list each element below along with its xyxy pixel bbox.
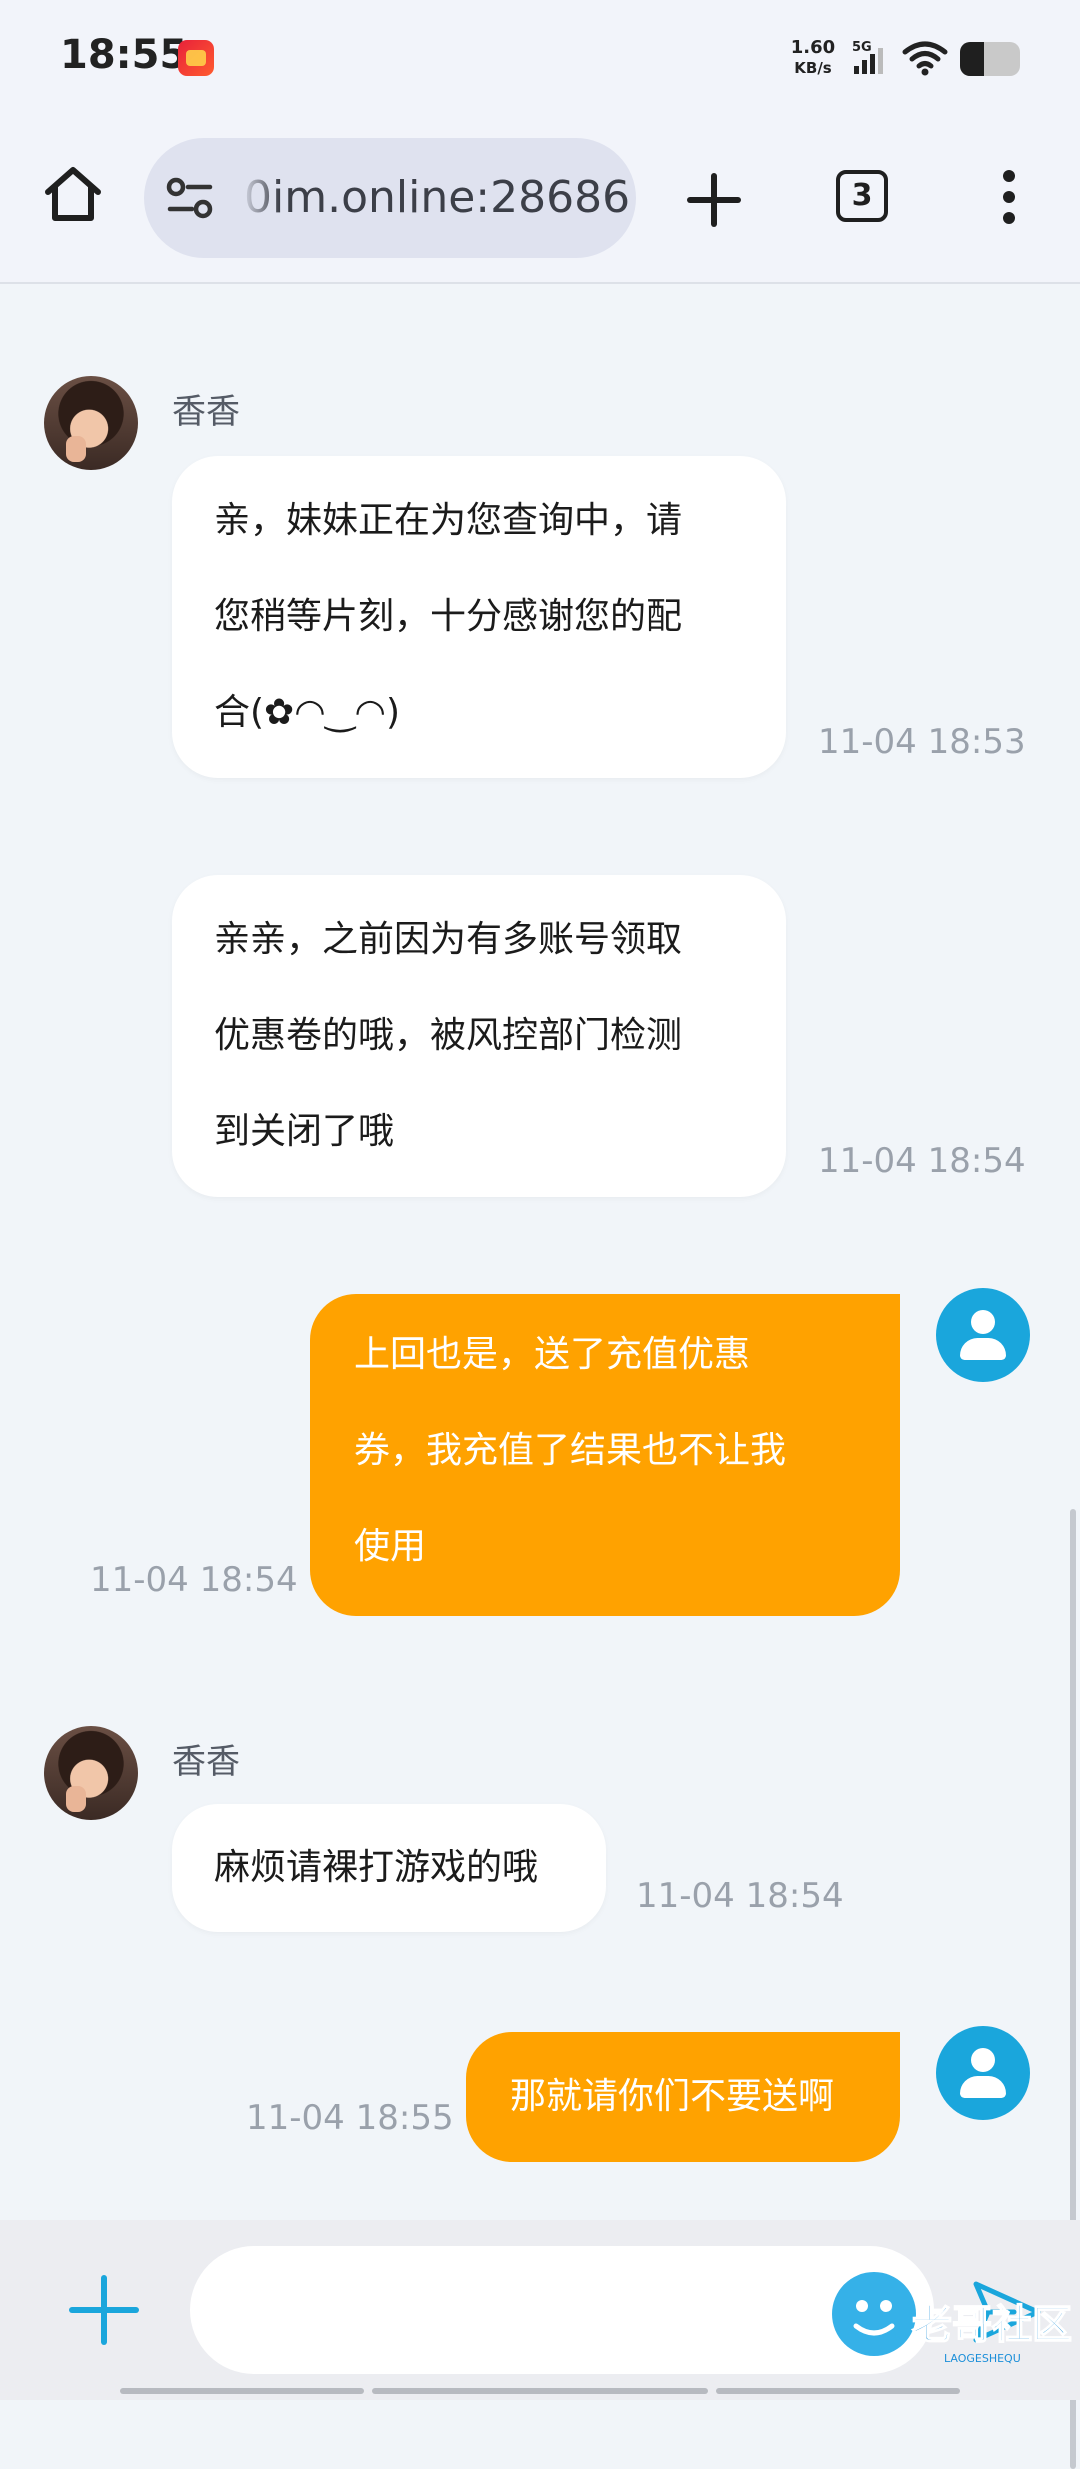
signal-5g-icon: 5G [852,40,883,74]
message-timestamp: 11-04 18:54 [90,1560,298,1600]
incoming-message-bubble: 亲，妹妹正在为您查询中，请 您稍等片刻，十分感谢您的配 合(✿◠‿◠) [172,456,786,778]
sender-name: 香香 [172,1742,240,1782]
watermark-text: 老哥社区 [912,2302,1072,2348]
nav-handle [372,2388,708,2394]
message-line: 使用 [354,1526,427,1567]
message-line: 合(✿◠‿◠) [214,692,401,733]
user-avatar[interactable] [936,2026,1030,2120]
message-line: 到关闭了哦 [214,1111,395,1152]
outgoing-message-bubble: 上回也是，送了充值优惠 券，我充值了结果也不让我 使用 [310,1294,900,1616]
agent-avatar[interactable] [44,1726,138,1820]
message-line: 亲亲，之前因为有多账号领取 [214,919,683,960]
site-settings-icon[interactable] [164,176,216,220]
watermark-logo: 老哥社区 LAOGESHEQU [832,2272,1073,2365]
sender-name: 香香 [172,392,240,432]
user-avatar-icon-body [960,1338,1006,1360]
message-line: 优惠卷的哦，被风控部门检测 [214,1015,683,1056]
incoming-message-bubble: 麻烦请裸打游戏的哦 [172,1804,606,1932]
battery-level [960,42,984,76]
message-line: 上回也是，送了充值优惠 [354,1334,751,1375]
nav-handle [716,2388,960,2394]
tab-switcher-icon[interactable]: 3 [836,170,888,222]
network-speed-value: 1.60 [790,37,836,58]
wifi-icon [902,41,948,76]
message-line: 那就请你们不要送啊 [510,2076,835,2117]
new-tab-icon[interactable] [684,170,744,230]
notification-app-icon [178,40,214,76]
message-timestamp: 11-04 18:54 [818,1141,1026,1181]
address-bar[interactable]: 0im.online:28686 [144,138,636,258]
status-time: 18:55 [60,32,188,78]
url-fade [240,138,280,258]
plus-icon[interactable] [66,2272,142,2348]
nav-handle [120,2388,364,2394]
user-avatar-icon-body [960,2076,1006,2098]
message-timestamp: 11-04 18:55 [246,2098,454,2138]
user-avatar-icon [971,1310,995,1334]
message-line: 券，我充值了结果也不让我 [354,1430,787,1471]
url-text[interactable]: 0im.online:28686 [244,172,630,223]
message-input[interactable] [190,2246,934,2374]
message-line: 麻烦请裸打游戏的哦 [214,1847,539,1888]
more-menu-icon[interactable] [990,164,1028,234]
user-avatar-icon [971,2048,995,2072]
outgoing-message-bubble: 那就请你们不要送啊 [466,2032,900,2162]
user-avatar[interactable] [936,1288,1030,1382]
incoming-message-bubble: 亲亲，之前因为有多账号领取 优惠卷的哦，被风控部门检测 到关闭了哦 [172,875,786,1197]
browser-toolbar: 0im.online:28686 3 [0,120,1080,284]
chat-message-list[interactable]: 香香 亲，妹妹正在为您查询中，请 您稍等片刻，十分感谢您的配 合(✿◠‿◠) 1… [0,284,1080,2469]
network-speed-unit: KB/s [794,59,832,77]
agent-avatar[interactable] [44,376,138,470]
network-speed: 1.60 KB/s [788,38,838,78]
battery-icon [960,42,1020,76]
watermark-subtext: LAOGESHEQU [944,2352,1021,2365]
message-line: 亲，妹妹正在为您查询中，请 [214,500,683,541]
home-icon[interactable] [38,160,108,230]
status-bar: 18:55 1.60 KB/s 5G [0,0,1080,120]
message-timestamp: 11-04 18:54 [636,1876,844,1916]
message-line: 您稍等片刻，十分感谢您的配 [214,596,683,637]
network-type-label: 5G [852,40,872,55]
message-timestamp: 11-04 18:53 [818,722,1026,762]
